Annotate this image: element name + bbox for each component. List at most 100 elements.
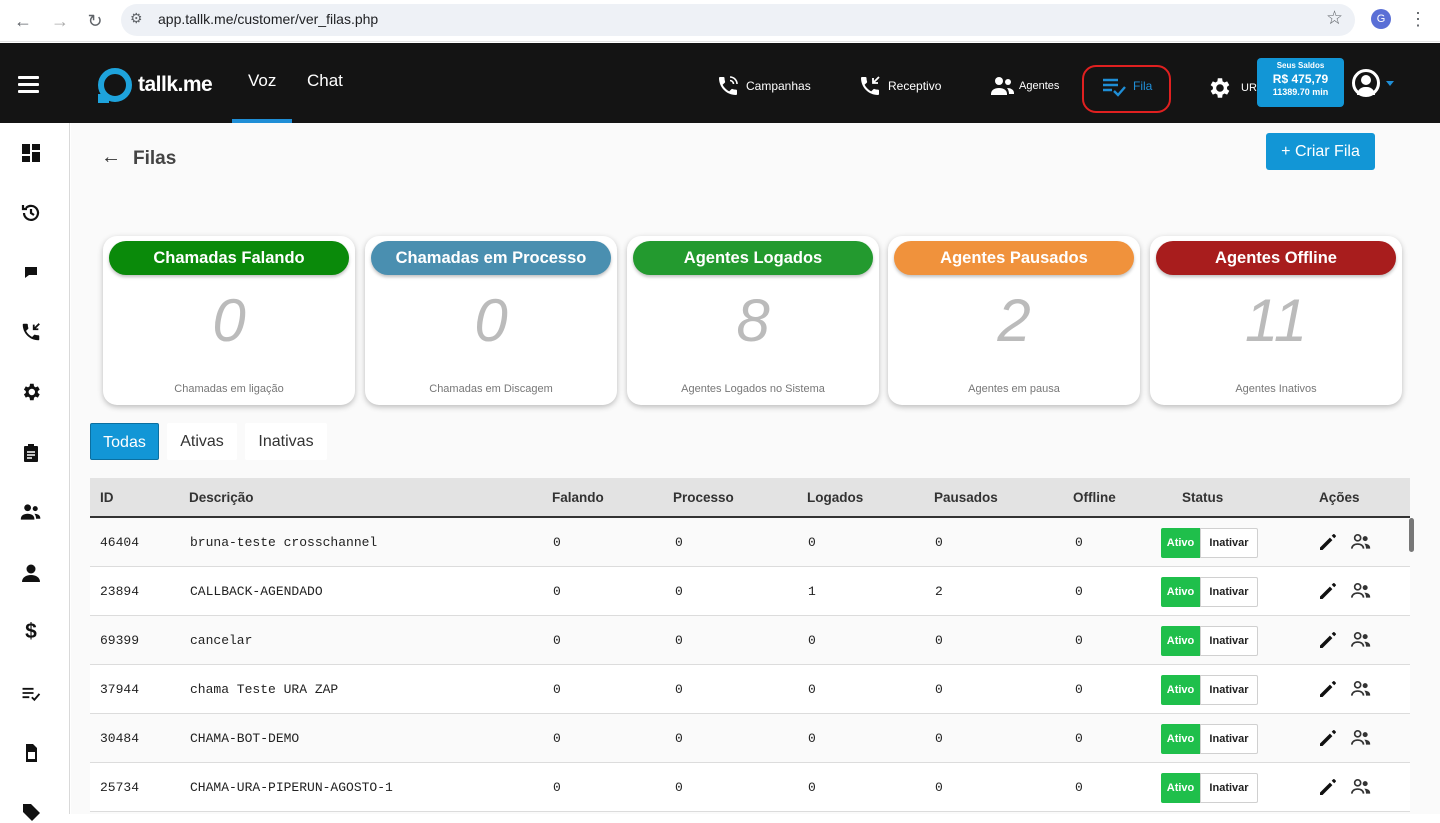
th-processo[interactable]: Processo [673, 490, 734, 505]
table-row[interactable]: 69399 cancelar 0 0 0 0 0 Ativo Inativar [90, 616, 1410, 665]
cell-falando: 0 [553, 535, 561, 550]
status-inativar-button[interactable]: Inativar [1200, 626, 1258, 656]
cell-id: 25734 [100, 780, 140, 795]
chevron-down-icon[interactable] [1386, 81, 1394, 86]
queue-agents-icon[interactable] [1350, 728, 1372, 748]
tab-voz[interactable]: Voz [248, 71, 276, 91]
cell-pausados: 2 [935, 584, 943, 599]
back-arrow-icon[interactable]: ← [101, 146, 121, 169]
cell-logados: 0 [808, 682, 816, 697]
phone-incoming-icon[interactable] [20, 321, 42, 343]
scrollbar-thumb[interactable] [1409, 518, 1414, 552]
edit-pencil-icon[interactable] [1318, 581, 1338, 601]
tallkme-logo[interactable]: tallk.me [98, 67, 213, 103]
th-logados[interactable]: Logados [807, 490, 863, 505]
status-inativar-button[interactable]: Inativar [1200, 675, 1258, 705]
queue-list-icon[interactable] [20, 682, 42, 704]
back-nav-icon[interactable]: ← [10, 8, 36, 34]
cell-descricao: CALLBACK-AGENDADO [190, 584, 323, 599]
filter-todas[interactable]: Todas [90, 423, 159, 460]
edit-pencil-icon[interactable] [1318, 728, 1338, 748]
table-row[interactable]: 37944 chama Teste URA ZAP 0 0 0 0 0 Ativ… [90, 665, 1410, 714]
edit-pencil-icon[interactable] [1318, 630, 1338, 650]
status-inativar-button[interactable]: Inativar [1200, 724, 1258, 754]
cell-logados: 0 [808, 780, 816, 795]
queue-agents-icon[interactable] [1350, 777, 1372, 797]
stat-title: Chamadas Falando [109, 241, 349, 275]
filter-ativas[interactable]: Ativas [167, 423, 237, 460]
cell-processo: 0 [675, 731, 683, 746]
table-row[interactable]: 23894 CALLBACK-AGENDADO 0 0 1 2 0 Ativo … [90, 567, 1410, 616]
cell-pausados: 0 [935, 535, 943, 550]
stat-subtitle: Agentes em pausa [968, 383, 1060, 395]
history-icon[interactable] [20, 202, 42, 224]
page-title: Filas [133, 148, 177, 169]
menu-agentes[interactable]: Agentes [990, 74, 1059, 98]
th-offline[interactable]: Offline [1073, 490, 1116, 505]
menu-receptivo[interactable]: Receptivo [858, 74, 941, 98]
queue-agents-icon[interactable] [1350, 679, 1372, 699]
edit-pencil-icon[interactable] [1318, 777, 1338, 797]
status-ativo-button[interactable]: Ativo [1161, 773, 1200, 803]
ura-label[interactable]: UR [1241, 82, 1257, 94]
queue-agents-icon[interactable] [1350, 630, 1372, 650]
logo-mark-icon [98, 68, 132, 103]
address-bar[interactable]: ⚙ app.tallk.me/customer/ver_filas.php ☆ [121, 4, 1355, 36]
th-descricao[interactable]: Descrição [189, 490, 254, 505]
create-queue-button[interactable]: + Criar Fila [1266, 133, 1375, 170]
status-inativar-button[interactable]: Inativar [1200, 773, 1258, 803]
clipboard-icon[interactable] [20, 442, 42, 464]
cell-logados: 0 [808, 731, 816, 746]
hamburger-menu-icon[interactable] [18, 76, 39, 93]
th-falando[interactable]: Falando [552, 490, 604, 505]
user-avatar-icon[interactable] [1352, 69, 1380, 97]
table-row[interactable]: 30484 CHAMA-BOT-DEMO 0 0 0 0 0 Ativo Ina… [90, 714, 1410, 763]
cell-descricao: cancelar [190, 633, 253, 648]
dollar-icon[interactable]: $ [20, 621, 42, 643]
users-icon [991, 77, 1014, 95]
dashboard-icon[interactable] [20, 142, 42, 164]
cell-processo: 0 [675, 780, 683, 795]
tag-icon[interactable] [20, 801, 42, 823]
cell-processo: 0 [675, 584, 683, 599]
stat-card-agentes-logados: Agentes Logados 8 Agentes Logados no Sis… [627, 236, 879, 405]
user-icon[interactable] [20, 562, 42, 584]
bookmark-star-icon[interactable]: ☆ [1326, 7, 1343, 30]
status-ativo-button[interactable]: Ativo [1161, 626, 1200, 656]
balance-widget[interactable]: Seus Saldos R$ 475,79 11389.70 min [1257, 58, 1344, 107]
browser-profile-avatar[interactable]: G [1371, 9, 1391, 29]
th-id[interactable]: ID [100, 490, 114, 505]
reload-icon[interactable]: ↻ [82, 8, 108, 34]
users-icon[interactable] [20, 501, 42, 523]
status-inativar-button[interactable]: Inativar [1200, 528, 1258, 558]
settings-gear-icon[interactable] [1206, 75, 1232, 101]
status-ativo-button[interactable]: Ativo [1161, 528, 1200, 558]
browser-menu-icon[interactable]: ⋮ [1409, 9, 1427, 29]
forward-nav-icon[interactable]: → [47, 8, 73, 34]
cell-processo: 0 [675, 535, 683, 550]
status-ativo-button[interactable]: Ativo [1161, 577, 1200, 607]
chat-icon[interactable] [20, 261, 42, 283]
sim-card-icon[interactable] [20, 742, 42, 764]
cell-processo: 0 [675, 682, 683, 697]
menu-campanhas[interactable]: Campanhas [716, 74, 811, 98]
queue-agents-icon[interactable] [1350, 532, 1372, 552]
stat-card-agentes-pausados: Agentes Pausados 2 Agentes em pausa [888, 236, 1140, 405]
site-settings-icon[interactable]: ⚙ [130, 10, 143, 27]
edit-pencil-icon[interactable] [1318, 679, 1338, 699]
edit-pencil-icon[interactable] [1318, 532, 1338, 552]
url-text[interactable]: app.tallk.me/customer/ver_filas.php [158, 11, 378, 27]
table-row[interactable]: 46404 bruna-teste crosschannel 0 0 0 0 0… [90, 518, 1410, 567]
th-status[interactable]: Status [1182, 490, 1223, 505]
table-row[interactable]: 25734 CHAMA-URA-PIPERUN-AGOSTO-1 0 0 0 0… [90, 763, 1410, 812]
queue-agents-icon[interactable] [1350, 581, 1372, 601]
status-inativar-button[interactable]: Inativar [1200, 577, 1258, 607]
status-ativo-button[interactable]: Ativo [1161, 675, 1200, 705]
th-pausados[interactable]: Pausados [934, 490, 998, 505]
fila-annotation-circle [1082, 65, 1171, 113]
stat-value: 0 [474, 287, 508, 354]
tab-chat[interactable]: Chat [307, 71, 343, 91]
filter-inativas[interactable]: Inativas [245, 423, 327, 460]
status-ativo-button[interactable]: Ativo [1161, 724, 1200, 754]
settings-gear-icon[interactable] [20, 381, 42, 403]
